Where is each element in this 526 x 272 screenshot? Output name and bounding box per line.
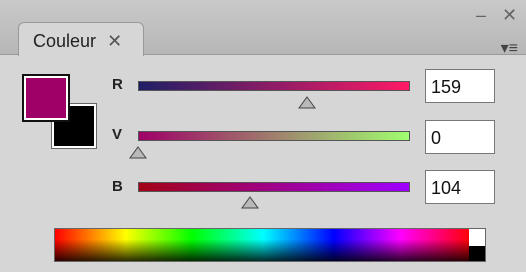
slider-thumb-icon — [297, 96, 316, 109]
black-swatch[interactable] — [469, 246, 485, 261]
blue-slider-thumb[interactable] — [240, 196, 259, 209]
slider-thumb-icon — [129, 146, 147, 159]
fill-swatch[interactable] — [22, 74, 70, 122]
blue-slider-track[interactable] — [138, 182, 410, 192]
blue-value-input[interactable]: 104 — [425, 170, 495, 204]
spectrum-shade — [55, 229, 471, 261]
green-slider-track[interactable] — [138, 131, 410, 141]
color-spectrum-picker[interactable] — [54, 228, 486, 262]
window-close-icon[interactable]: ✕ — [502, 6, 517, 24]
red-slider-thumb[interactable] — [297, 96, 316, 109]
green-slider-thumb[interactable] — [129, 146, 147, 159]
tab-close-icon[interactable]: ✕ — [107, 31, 122, 51]
tab-label: Couleur — [33, 31, 97, 51]
red-label: R — [112, 76, 123, 93]
panel-menu-icon[interactable]: ▾≡ — [501, 38, 518, 58]
red-value-input[interactable]: 159 — [425, 69, 495, 103]
red-slider-track[interactable] — [138, 81, 410, 91]
color-panel: Couleur ✕ – ✕ ▾≡ R 159 V 0 B 104 — [0, 0, 526, 272]
panel-titlebar: Couleur ✕ – ✕ ▾≡ — [0, 0, 526, 58]
green-value-input[interactable]: 0 — [425, 120, 495, 154]
green-label: V — [112, 126, 123, 143]
tab-couleur[interactable]: Couleur ✕ — [18, 22, 144, 56]
slider-thumb-icon — [240, 196, 259, 209]
minimize-icon[interactable]: – — [476, 6, 486, 24]
white-swatch[interactable] — [469, 229, 485, 246]
blue-label: B — [112, 178, 123, 195]
